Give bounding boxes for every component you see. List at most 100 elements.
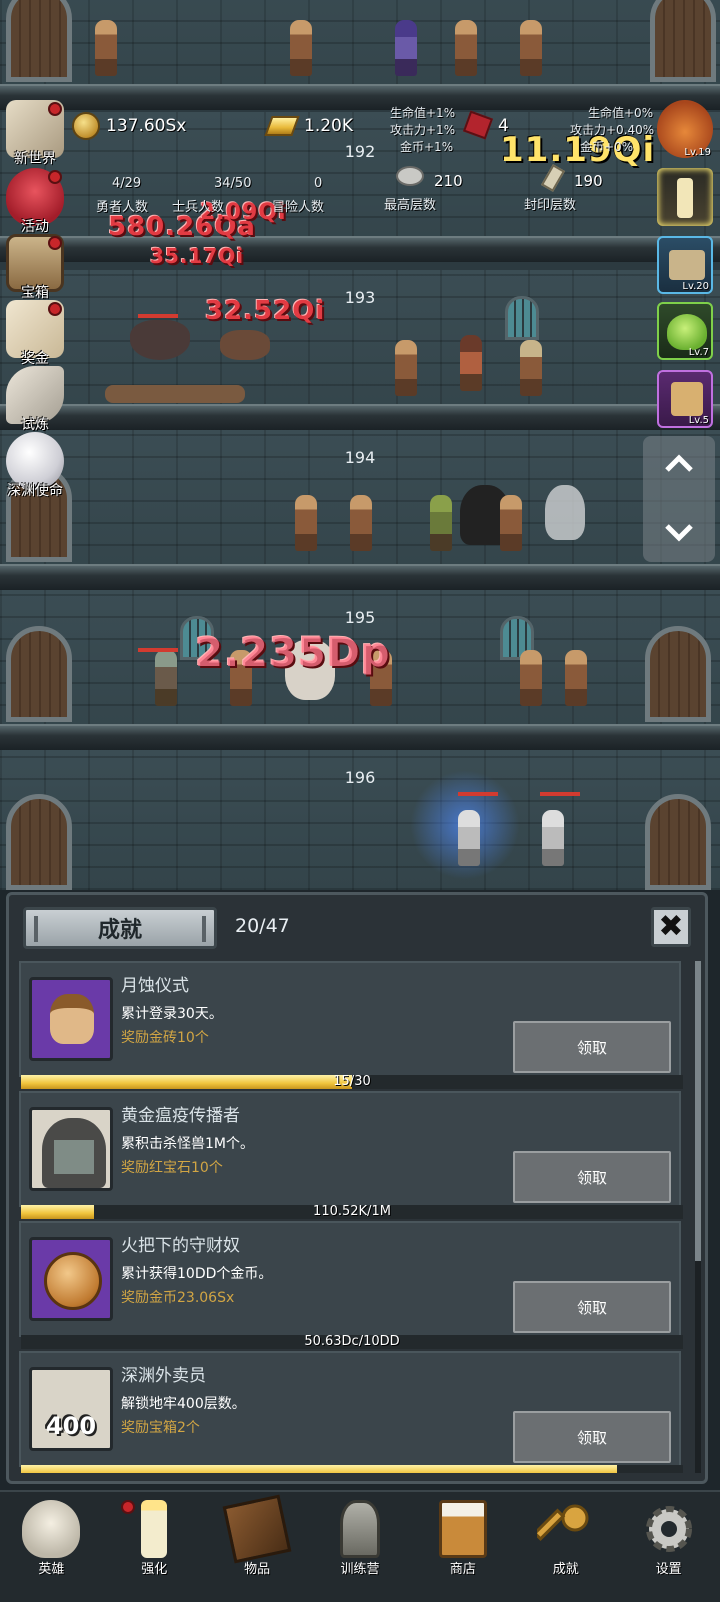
stone-icon: [396, 166, 424, 186]
notification-dot: [48, 170, 62, 184]
gold-coin-icon: [72, 112, 100, 140]
dungeon-door: [645, 626, 711, 722]
progress-text: 15/30: [333, 1074, 371, 1089]
floor-number: 193: [344, 288, 376, 307]
hero-unit: [395, 340, 417, 396]
candle-icon: [677, 178, 693, 218]
achievement-progress: 110.52K/1M: [21, 1204, 683, 1219]
floor-number: 195: [344, 608, 376, 627]
adventurer-count-label: 冒险人数: [272, 200, 325, 215]
item-level: Lv.7: [688, 347, 709, 358]
dungeon-floor-196: 196: [0, 750, 720, 890]
nav-settings[interactable]: 设置: [617, 1492, 720, 1602]
claim-button[interactable]: 领取: [513, 1021, 671, 1073]
bat-monster: [130, 320, 190, 360]
skeleton-monster: [542, 810, 564, 866]
dungeon-scene: 192 193 194 195 196 11.19Qi 580.26Qa 2.0…: [0, 0, 720, 890]
ruby-amount: 4: [498, 116, 509, 136]
achievement-list[interactable]: 月蚀仪式 累计登录30天。 奖励金砖10个 领取 15/30 黄金瘟疫传播者 累…: [19, 961, 691, 1473]
achievement-reward: 奖励红宝石10个: [121, 1160, 223, 1176]
achievement-reward: 奖励金砖10个: [121, 1030, 209, 1046]
max-floor-label: 最高层数: [384, 198, 437, 213]
claim-button[interactable]: 领取: [513, 1411, 671, 1463]
enemy-hp-bar: [138, 314, 178, 318]
enemy-hp-bar: [458, 792, 498, 796]
gold-amount: 137.60Sx: [106, 116, 187, 136]
panel-title: 成就: [23, 907, 217, 949]
item-level: Lv.20: [682, 281, 709, 292]
menu-new-world[interactable]: 新世界: [0, 100, 70, 168]
notification-dot: [120, 1500, 135, 1514]
progress-text: 50.63Dc/10DD: [304, 1334, 400, 1349]
skeleton-monster: [458, 810, 480, 866]
lantern-icon: [340, 1500, 380, 1558]
slime-item[interactable]: Lv.7: [657, 302, 713, 360]
menu-label: 奖金: [21, 351, 49, 367]
nav-heroes[interactable]: 英雄: [0, 1492, 103, 1602]
bonus-hp: 生命值+1%: [390, 106, 456, 120]
claim-button[interactable]: 领取: [513, 1151, 671, 1203]
achievement-item: 火把下的守财奴 累计获得10DD个金币。 奖励金币23.06Sx 领取 50.6…: [19, 1221, 683, 1349]
menu-abyss-mission[interactable]: 深渊使命: [0, 432, 70, 500]
brick-amount: 1.20K: [304, 116, 353, 136]
seal-floor-value: 190: [574, 172, 603, 190]
achievement-progress: 50.63Dc/10DD: [21, 1334, 683, 1349]
enemy-hp-bar: [540, 792, 580, 796]
hero-unit: [295, 495, 317, 551]
notification-dot: [48, 102, 62, 116]
dungeon-door: [650, 0, 716, 82]
menu-chest[interactable]: 宝箱: [0, 234, 70, 302]
menu-event[interactable]: 活动: [0, 168, 70, 236]
achievement-item: 400 深渊外卖员 解锁地牢400层数。 奖励宝箱2个 领取: [19, 1351, 683, 1473]
zombie-monster: [155, 650, 177, 706]
nav-shop[interactable]: 商店: [411, 1492, 514, 1602]
nav-items[interactable]: 物品: [206, 1492, 309, 1602]
achievement-reward: 奖励金币23.06Sx: [121, 1290, 235, 1306]
soldier-count-label: 士兵人数: [172, 200, 225, 215]
claim-button[interactable]: 领取: [513, 1281, 671, 1333]
floor-number: 194: [344, 448, 376, 467]
enemy-hp-bar: [138, 648, 178, 652]
adventurer-count-value: 0: [314, 176, 323, 191]
menu-bonus[interactable]: 奖金: [0, 300, 70, 368]
chevron-up-icon[interactable]: [665, 454, 693, 472]
nav-achievements[interactable]: 成就: [514, 1492, 617, 1602]
progress-fill: [21, 1465, 617, 1473]
candle-icon: [141, 1500, 168, 1558]
item-level: Lv.19: [684, 147, 711, 158]
chevron-down-icon[interactable]: [665, 524, 693, 542]
scrollbar-thumb[interactable]: [695, 961, 701, 1261]
soldier-count-value: 34/50: [214, 176, 252, 191]
nav-upgrade[interactable]: 强化: [103, 1492, 206, 1602]
achievement-desc: 累积击杀怪兽1M个。: [121, 1136, 254, 1152]
slime-icon: [667, 314, 707, 350]
achievement-item: 黄金瘟疫传播者 累积击杀怪兽1M个。 奖励红宝石10个 领取 110.52K/1…: [19, 1091, 683, 1219]
box-item[interactable]: Lv.20: [657, 236, 713, 294]
menu-trial[interactable]: 试炼: [0, 366, 70, 434]
damage-number: 35.17Qi: [150, 244, 245, 268]
dungeon-door: [6, 0, 72, 82]
frame-item[interactable]: Lv.5: [657, 370, 713, 428]
bonus-gold: 金币+1%: [400, 140, 454, 154]
hero-unit: [290, 20, 312, 76]
bonus-atk: 攻击力+1%: [390, 123, 456, 137]
damage-number: 32.52Qi: [205, 296, 326, 326]
ranger-unit: [430, 495, 452, 551]
floor-number: 196: [344, 768, 376, 787]
damage-number: 2.235Dp: [195, 630, 391, 676]
notification-dot: [48, 236, 62, 250]
hero-unit: [455, 20, 477, 76]
candle-item[interactable]: [657, 168, 713, 226]
hero-count-label: 勇者人数: [96, 200, 149, 215]
floor-ledge: [0, 564, 720, 590]
pumpkin-item[interactable]: Lv.19: [657, 100, 713, 158]
gold-coin-icon: [29, 1237, 113, 1321]
floor-ledge: [0, 404, 720, 430]
achievements-panel: 成就 20/47 ✖ 月蚀仪式 累计登录30天。 奖励金砖10个 领取 15/3…: [6, 892, 708, 1484]
fallen-units: [105, 385, 245, 403]
achievement-desc: 解锁地牢400层数。: [121, 1396, 246, 1412]
menu-label: 深渊使命: [7, 483, 63, 499]
nav-training-camp[interactable]: 训练营: [309, 1492, 412, 1602]
close-button[interactable]: ✖: [651, 907, 691, 947]
max-floor-value: 210: [434, 172, 463, 190]
